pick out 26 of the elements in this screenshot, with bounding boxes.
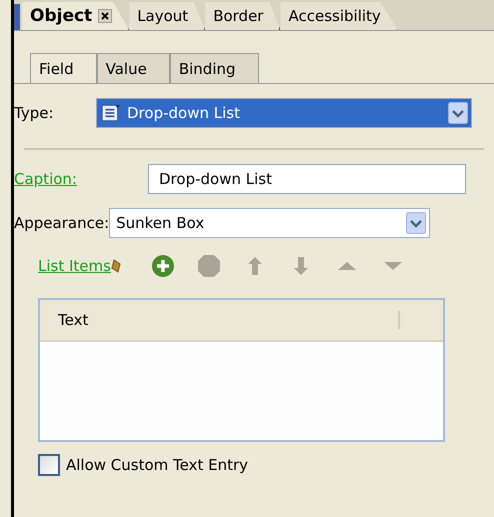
type-label: Type: <box>14 104 55 122</box>
appearance-value: Sunken Box <box>115 214 206 232</box>
tab[interactable]: Accessibility <box>280 2 398 30</box>
list-table[interactable]: Text <box>38 298 445 442</box>
grip-icon <box>14 4 20 30</box>
tab-label: Object <box>30 6 92 26</box>
type-dropdown[interactable]: Drop-down List <box>96 98 472 128</box>
tab[interactable]: Layout <box>129 2 206 30</box>
checkbox-label: Allow Custom Text Entry <box>66 456 248 474</box>
tab[interactable]: Value <box>96 53 170 83</box>
add-icon[interactable] <box>150 254 175 278</box>
close-icon[interactable] <box>98 9 112 23</box>
tab[interactable]: Border <box>205 2 280 30</box>
list-icon <box>101 104 121 122</box>
tab-label: Layout <box>137 7 188 25</box>
tab[interactable]: Field <box>30 53 97 83</box>
caption-field[interactable]: Drop-down List <box>148 164 466 194</box>
tab-label: Accessibility <box>288 7 381 25</box>
appearance-label: Appearance: <box>14 214 110 232</box>
link-icon <box>110 259 123 273</box>
tab-label: Border <box>213 7 264 25</box>
type-value: Drop-down List <box>126 104 241 122</box>
tab[interactable]: Binding <box>170 53 259 83</box>
appearance-dropdown[interactable]: Sunken Box <box>109 208 430 238</box>
tab[interactable]: Object <box>22 2 130 30</box>
checkbox[interactable] <box>38 454 60 476</box>
